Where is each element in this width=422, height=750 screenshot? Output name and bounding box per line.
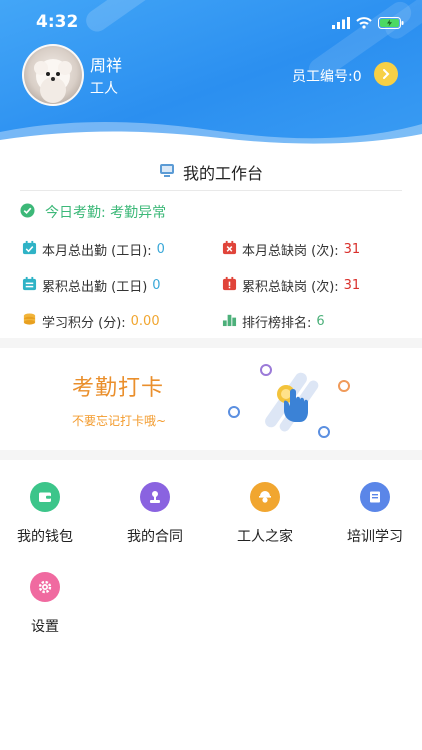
stat-ranking: 排行榜排名: 6	[222, 312, 325, 331]
menu-label: 我的合同	[127, 529, 183, 545]
calendar-icon	[22, 276, 37, 295]
section-spacer	[0, 338, 422, 348]
punch-card[interactable]: 考勤打卡 不要忘记打卡哦~	[0, 348, 422, 448]
stat-label: 学习积分 (分):	[42, 316, 126, 331]
stat-value: 31	[343, 278, 361, 293]
status-bar: 4:32	[0, 0, 422, 44]
user-role: 工人	[90, 81, 118, 97]
today-attendance: 今日考勤: 考勤异常	[20, 202, 166, 222]
punch-title: 考勤打卡	[72, 376, 165, 401]
bar-chart-icon	[222, 312, 237, 331]
employee-id: 员工编号:0	[292, 69, 362, 85]
menu-item-settings[interactable]: 设置	[0, 572, 90, 636]
profile-arrow-button[interactable]	[374, 62, 398, 86]
section-spacer	[0, 450, 422, 460]
signal-icon	[332, 14, 350, 33]
menu-item-contract[interactable]: 我的合同	[110, 482, 200, 546]
attendance-status: 考勤异常	[110, 205, 167, 221]
menu-item-wallet[interactable]: 我的钱包	[0, 482, 90, 546]
stat-month-absence: 本月总缺岗 (次): 31	[222, 240, 360, 259]
header-wave	[0, 122, 422, 150]
check-circle-icon	[20, 202, 35, 222]
coins-icon	[22, 312, 37, 331]
attendance-label: 今日考勤:	[45, 205, 106, 221]
stat-value: 0	[156, 242, 165, 257]
tap-hand-icon	[262, 372, 320, 440]
stat-points: 学习积分 (分): 0.00	[22, 312, 160, 331]
battery-icon	[378, 14, 404, 33]
stat-label: 累积总出勤 (工日)	[42, 280, 148, 295]
stat-value: 0	[152, 278, 161, 293]
menu-label: 工人之家	[237, 529, 293, 545]
stat-month-attendance: 本月总出勤 (工日): 0	[22, 240, 165, 259]
menu-label: 设置	[31, 619, 59, 635]
avatar[interactable]	[22, 44, 84, 106]
stat-value: 6	[316, 314, 325, 329]
stat-value: 31	[343, 242, 361, 257]
decor-ring	[338, 380, 350, 392]
stat-label: 排行榜排名:	[242, 316, 312, 331]
calendar-alert-icon	[222, 276, 237, 295]
stat-label: 本月总缺岗 (次):	[242, 244, 339, 259]
calendar-check-icon	[22, 240, 37, 259]
status-time: 4:32	[36, 12, 79, 32]
book-icon	[360, 482, 390, 512]
menu-label: 我的钱包	[17, 529, 73, 545]
gear-icon	[30, 572, 60, 602]
stat-value: 0.00	[130, 314, 160, 329]
wifi-icon	[356, 14, 372, 33]
workbench-title: 我的工作台	[182, 164, 263, 183]
worker-icon	[250, 482, 280, 512]
menu-item-training[interactable]: 培训学习	[330, 482, 420, 546]
stat-label: 本月总出勤 (工日):	[42, 244, 152, 259]
stat-total-absence: 累积总缺岗 (次): 31	[222, 276, 360, 295]
menu-item-worker-home[interactable]: 工人之家	[220, 482, 310, 546]
stat-total-attendance: 累积总出勤 (工日) 0	[22, 276, 161, 295]
divider	[20, 190, 402, 191]
wallet-icon	[30, 482, 60, 512]
punch-subtitle: 不要忘记打卡哦~	[72, 414, 167, 428]
stat-label: 累积总缺岗 (次):	[242, 280, 339, 295]
decor-ring	[228, 406, 240, 418]
calendar-x-icon	[222, 240, 237, 259]
menu-label: 培训学习	[347, 529, 403, 545]
contract-icon	[140, 482, 170, 512]
user-name: 周祥	[90, 56, 123, 75]
workbench-header: 我的工作台	[0, 160, 422, 184]
chevron-right-icon	[383, 69, 390, 79]
monitor-icon	[159, 162, 175, 182]
